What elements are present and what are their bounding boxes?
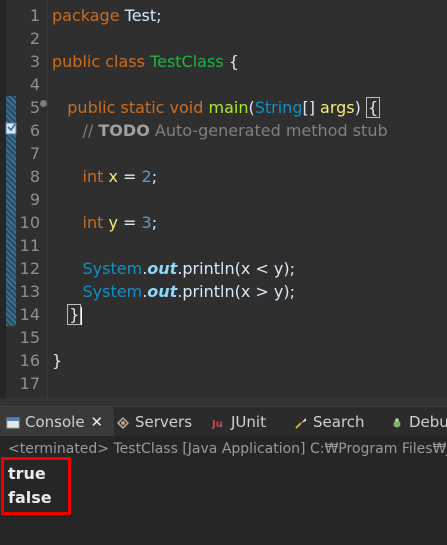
tab-search-label: Search bbox=[313, 413, 365, 431]
tab-junit[interactable]: Ju JUnit bbox=[212, 407, 266, 437]
code-line-5: public static void main(String[] args) { bbox=[67, 97, 381, 118]
line-number: 17 bbox=[19, 374, 40, 393]
search-icon bbox=[295, 417, 306, 429]
tab-console[interactable]: Console ✕ bbox=[0, 407, 114, 437]
fold-toggle-icon[interactable] bbox=[40, 100, 47, 107]
tab-servers[interactable]: Servers bbox=[116, 407, 192, 437]
code-line-10: int y = 3; bbox=[82, 213, 158, 232]
line-number: 16 bbox=[19, 351, 40, 370]
console-icon bbox=[6, 417, 20, 428]
code-line-6: // TODO Auto-generated method stub bbox=[82, 121, 388, 140]
line-number: 7 bbox=[29, 144, 40, 163]
line-number: 3 bbox=[29, 52, 40, 71]
line-number: 15 bbox=[19, 328, 40, 347]
tab-debug[interactable]: Debu bbox=[390, 407, 447, 437]
tab-junit-label: JUnit bbox=[231, 413, 266, 431]
code-line-16: } bbox=[52, 351, 63, 370]
line-number: 1 bbox=[29, 6, 40, 25]
text-caret bbox=[81, 306, 83, 325]
highlight-box bbox=[1, 457, 71, 515]
junit-icon: Ju bbox=[212, 419, 223, 430]
svg-text:Ju: Ju bbox=[212, 419, 223, 430]
line-number: 10 bbox=[19, 213, 40, 232]
tab-debug-label: Debu bbox=[409, 413, 447, 431]
gutter-divider bbox=[47, 0, 48, 400]
line-number: 5 bbox=[29, 98, 40, 117]
code-line-1: package Test; bbox=[52, 6, 162, 25]
line-numbers: 1 2 3 4 5 6 7 8 9 10 11 12 13 14 15 16 17 bbox=[16, 4, 40, 395]
line-number: 11 bbox=[19, 236, 40, 255]
close-icon[interactable]: ✕ bbox=[91, 413, 104, 431]
code-line-13: System.out.println(x > y); bbox=[82, 282, 295, 301]
debug-icon bbox=[393, 417, 401, 427]
code-line-8: int x = 2; bbox=[82, 167, 158, 186]
code-line-12: System.out.println(x < y); bbox=[82, 259, 295, 278]
line-number: 6 bbox=[29, 121, 40, 140]
tab-servers-label: Servers bbox=[135, 413, 193, 431]
line-number: 13 bbox=[19, 282, 40, 301]
view-tab-bar: Console ✕ Servers Ju JUnit Search Debu bbox=[0, 406, 447, 437]
tab-console-label: Console bbox=[25, 413, 85, 431]
servers-icon bbox=[116, 416, 130, 429]
code-line-14: } bbox=[52, 303, 447, 326]
line-number: 8 bbox=[29, 167, 40, 186]
line-number: 12 bbox=[19, 259, 40, 278]
code-area[interactable]: package Test; public class TestClass { p… bbox=[52, 4, 447, 395]
line-number: 4 bbox=[29, 75, 40, 94]
line-number: 14 bbox=[19, 305, 40, 324]
line-number: 9 bbox=[29, 190, 40, 209]
code-editor[interactable]: 1 2 3 4 5 6 7 8 9 10 11 12 13 14 15 16 17 package Test; … bbox=[0, 0, 447, 400]
tab-search[interactable]: Search bbox=[294, 407, 365, 437]
line-number: 2 bbox=[29, 29, 40, 48]
editor-scrollbar[interactable] bbox=[0, 398, 447, 406]
code-line-3: public class TestClass { bbox=[52, 52, 239, 71]
